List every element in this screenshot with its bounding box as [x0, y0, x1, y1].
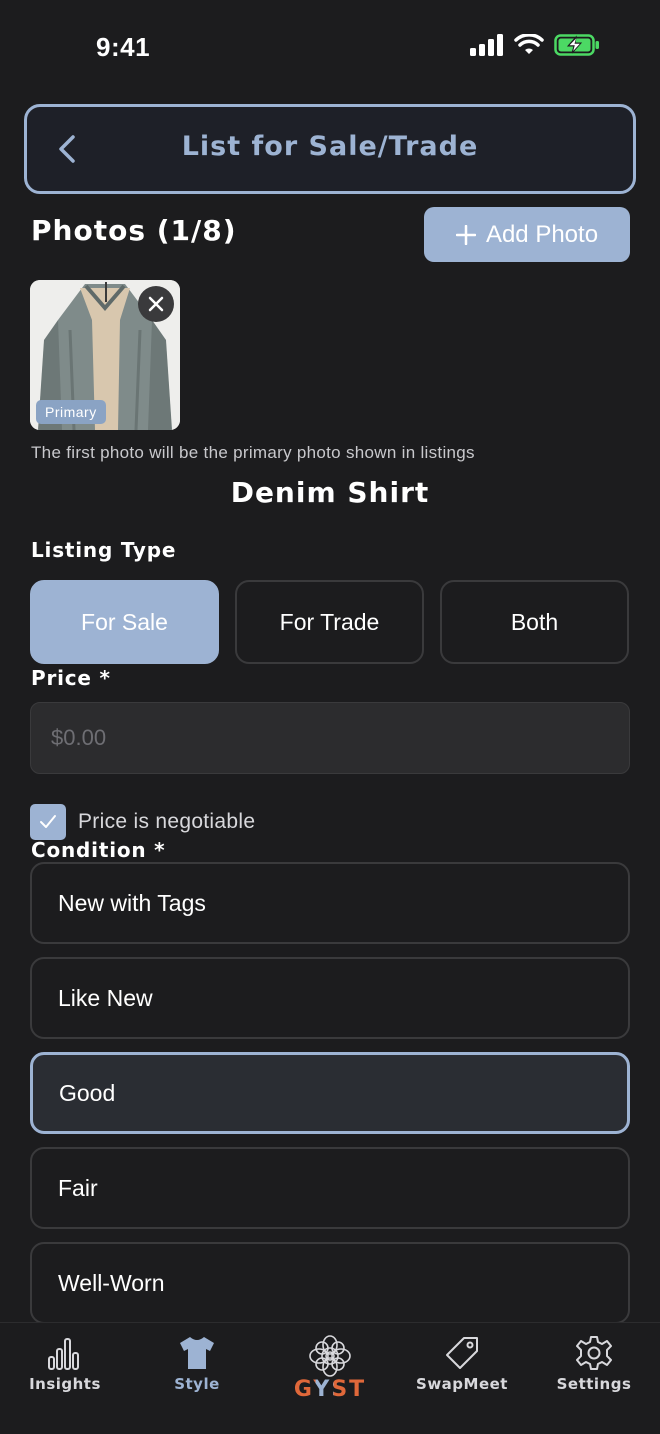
- bar-chart-icon: [48, 1338, 79, 1370]
- status-icons: [470, 34, 600, 56]
- negotiable-label: Price is negotiable: [78, 810, 256, 833]
- listing-type-both[interactable]: Both: [440, 580, 629, 664]
- listing-type-for-trade[interactable]: For Trade: [235, 580, 424, 664]
- checkmark-icon: [40, 815, 56, 828]
- cellular-signal-icon: [470, 34, 503, 56]
- tab-gyst-label: GYST: [294, 1377, 366, 1402]
- tab-insights-label: Insights: [29, 1375, 101, 1393]
- tshirt-icon: [180, 1337, 214, 1369]
- gear-icon: [576, 1336, 612, 1370]
- tab-gyst[interactable]: GYST: [275, 1335, 385, 1415]
- wifi-icon: [514, 34, 544, 54]
- header-bar: List for Sale/Trade: [24, 104, 636, 194]
- tab-style-label: Style: [174, 1375, 220, 1393]
- condition-option-new-with-tags[interactable]: New with Tags: [30, 862, 630, 944]
- tab-bar: Insights Style GYST SwapMeet Settings: [0, 1322, 660, 1434]
- tab-insights[interactable]: Insights: [10, 1335, 120, 1415]
- condition-option-good[interactable]: Good: [30, 1052, 630, 1134]
- price-input[interactable]: [30, 702, 630, 774]
- condition-option-well-worn[interactable]: Well-Worn: [30, 1242, 630, 1324]
- tab-settings[interactable]: Settings: [539, 1335, 649, 1415]
- status-time: 9:41: [96, 32, 151, 62]
- listing-type-label: Listing Type: [31, 538, 177, 562]
- remove-photo-button[interactable]: [138, 286, 174, 322]
- gyst-logo-text: GYST: [293, 1377, 367, 1402]
- photo-hint: The first photo will be the primary phot…: [31, 443, 475, 462]
- add-photo-label: Add Photo: [485, 220, 599, 248]
- price-label: Price *: [31, 666, 111, 690]
- plus-icon: [455, 224, 476, 245]
- condition-option-fair[interactable]: Fair: [30, 1147, 630, 1229]
- negotiable-checkbox[interactable]: [30, 804, 66, 840]
- close-icon: [148, 296, 164, 312]
- tab-swapmeet-label: SwapMeet: [416, 1375, 508, 1393]
- condition-option-like-new[interactable]: Like New: [30, 957, 630, 1039]
- primary-badge: Primary: [36, 400, 106, 424]
- tab-style[interactable]: Style: [142, 1335, 252, 1415]
- page-title: List for Sale/Trade: [181, 131, 479, 162]
- status-bar: 9:41: [0, 0, 660, 96]
- condition-label: Condition *: [31, 838, 166, 862]
- add-photo-button[interactable]: Add Photo: [424, 207, 630, 262]
- tag-icon: [446, 1337, 478, 1369]
- item-name: Denim Shirt: [230, 476, 430, 509]
- listing-type-for-sale[interactable]: For Sale: [30, 580, 219, 664]
- photos-title: Photos (1/8): [31, 214, 237, 247]
- battery-charging-icon: [554, 34, 599, 56]
- gyst-logo-icon: [309, 1335, 351, 1377]
- tab-swapmeet[interactable]: SwapMeet: [407, 1335, 517, 1415]
- tab-settings-label: Settings: [556, 1375, 632, 1393]
